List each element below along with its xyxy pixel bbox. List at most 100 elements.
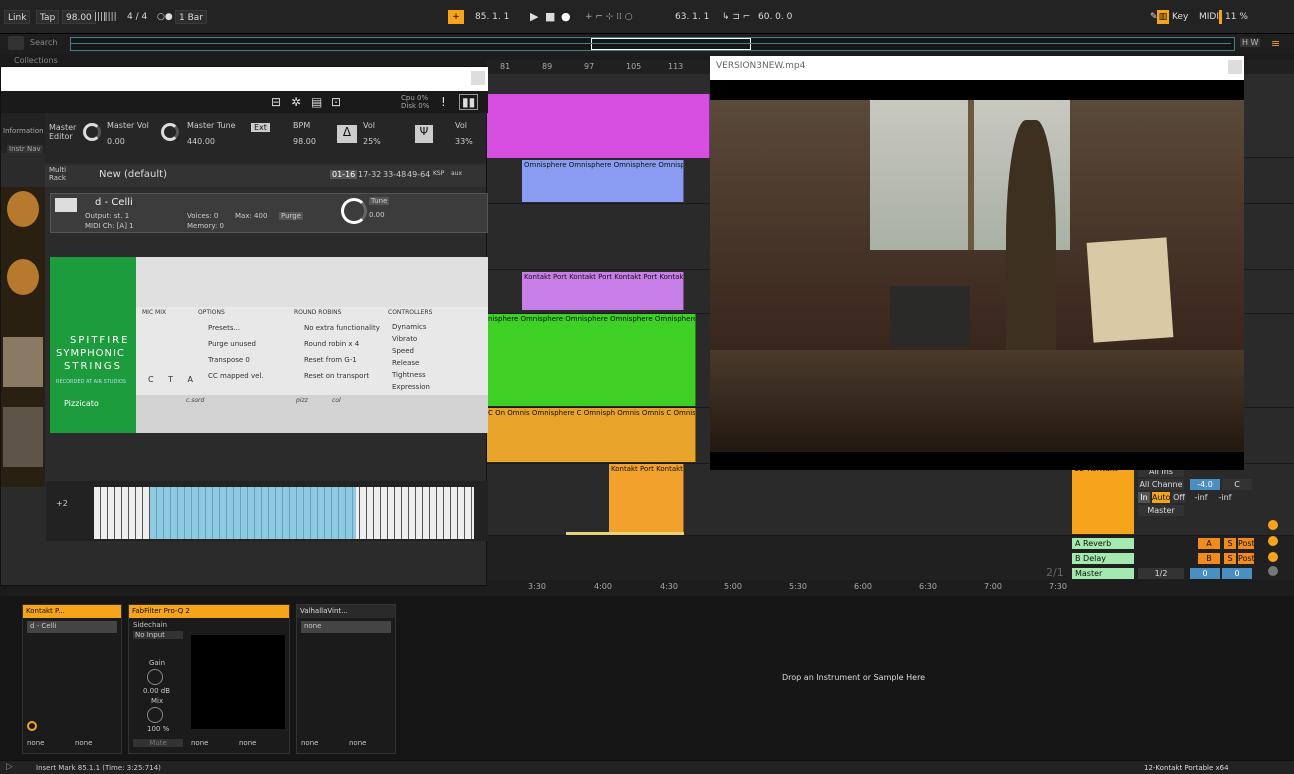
device-out[interactable]: none: [349, 739, 366, 747]
bpm-value[interactable]: 98.00: [293, 137, 316, 146]
mix-value[interactable]: 100 %: [147, 725, 169, 733]
mixer-icon[interactable]: [1268, 566, 1278, 576]
device-out[interactable]: none: [239, 739, 256, 747]
fabfilter-display[interactable]: [191, 635, 285, 729]
device-title[interactable]: Kontakt P...: [23, 605, 121, 618]
rr-option[interactable]: Reset on transport: [304, 372, 369, 380]
play-icon[interactable]: ▶: [530, 10, 538, 24]
ctrl-dynamics[interactable]: Dynamics: [392, 323, 427, 331]
purge-button[interactable]: Purge: [279, 212, 304, 220]
window-close-icon[interactable]: [471, 71, 485, 85]
record-icon[interactable]: ●: [561, 10, 571, 24]
device-preset[interactable]: d - Celli: [27, 621, 117, 633]
master-name[interactable]: Master: [1072, 568, 1134, 579]
return-b-solo[interactable]: S: [1224, 553, 1236, 564]
kontakt-device[interactable]: Kontakt P... d - Celli none none: [22, 604, 122, 754]
quantize-select[interactable]: 1 Bar: [175, 10, 207, 24]
range-tab-3[interactable]: 33-48: [383, 170, 406, 179]
device-knob[interactable]: [27, 721, 37, 731]
preset-name[interactable]: New (default): [99, 169, 167, 180]
ctrl-speed[interactable]: Speed: [392, 347, 414, 355]
monitor-in[interactable]: In: [1138, 492, 1150, 503]
sends-icon[interactable]: [1268, 536, 1278, 546]
ctrl-release[interactable]: Release: [392, 359, 419, 367]
device-title[interactable]: ValhallaVint...: [297, 605, 395, 618]
return-b-post[interactable]: Post: [1238, 553, 1255, 564]
output-select[interactable]: Master: [1138, 505, 1184, 516]
key-map-button[interactable]: Key: [1172, 10, 1188, 24]
ctrl-vibrato[interactable]: Vibrato: [392, 335, 417, 343]
loop-brace[interactable]: [566, 532, 684, 535]
range-tab-4[interactable]: 49-64: [407, 170, 430, 179]
device-in[interactable]: none: [27, 739, 44, 747]
presets-option[interactable]: Presets...: [208, 324, 240, 332]
rr-option[interactable]: Round robin x 4: [304, 340, 359, 348]
pan-field[interactable]: C: [1222, 479, 1252, 490]
output-label[interactable]: Output: st. 1: [85, 212, 129, 220]
input-channel-select[interactable]: All Channe: [1138, 479, 1184, 490]
master-tune-knob[interactable]: [161, 123, 179, 141]
loop-start[interactable]: 63. 1. 1: [675, 10, 709, 24]
io-icon[interactable]: [1268, 520, 1278, 530]
device-out[interactable]: none: [75, 739, 92, 747]
clip[interactable]: [486, 94, 710, 158]
rr-option[interactable]: No extra functionality: [304, 324, 380, 332]
arrangement-overview[interactable]: [70, 37, 1235, 51]
collections-label[interactable]: Collections: [14, 56, 58, 65]
punch-icon[interactable]: ↳ ⊐ ⌐: [722, 10, 750, 24]
ksp-tab[interactable]: KSP: [433, 170, 444, 177]
valhalla-device[interactable]: ValhallaVint... none none none: [296, 604, 396, 754]
instr-nav-tab[interactable]: Instr Nav: [7, 145, 43, 153]
return-a-solo[interactable]: S: [1224, 538, 1236, 549]
returns-icon[interactable]: [1268, 552, 1278, 562]
purge-unused-option[interactable]: Purge unused: [208, 340, 256, 348]
follow-icon[interactable]: +: [448, 10, 464, 24]
clip[interactable]: Kontakt Port Kontakt P: [609, 464, 684, 532]
window-close-icon[interactable]: [1228, 60, 1242, 74]
tuner-icon[interactable]: Ψ: [415, 125, 433, 143]
tempo-field[interactable]: 98.00: [62, 10, 96, 24]
metronome-icon[interactable]: ○●: [157, 10, 173, 24]
instrument-name[interactable]: d - Celli: [95, 197, 133, 208]
return-b-name[interactable]: B Delay: [1072, 553, 1134, 564]
rack-icon[interactable]: ▮▮: [459, 94, 479, 110]
clip[interactable]: Omnisphere Omnisphere Omnisphere Omnisph…: [522, 160, 684, 202]
return-a-letter[interactable]: A: [1198, 538, 1220, 549]
device-in[interactable]: none: [191, 739, 208, 747]
return-a-post[interactable]: Post: [1238, 538, 1255, 549]
time-signature[interactable]: 4 / 4: [127, 10, 147, 24]
ext-button[interactable]: Ext: [251, 123, 270, 132]
tune-knob[interactable]: [341, 198, 367, 224]
overdub-icon[interactable]: + ⌐ ⊹ ⁞⁞ ○: [585, 10, 633, 24]
volume-field[interactable]: -4.0: [1190, 479, 1220, 490]
alert-icon[interactable]: !: [441, 95, 446, 109]
wrench-icon[interactable]: [55, 198, 77, 212]
browser-search[interactable]: Search: [30, 38, 57, 47]
rr-option[interactable]: Reset from G-1: [304, 356, 357, 364]
max-voices[interactable]: Max: 400: [235, 212, 267, 220]
clip[interactable]: nisphere Omnisphere Omnisphere Omnispher…: [486, 314, 696, 406]
nudge-icon[interactable]: |||‖|||: [94, 10, 117, 24]
master-channels[interactable]: 1/2: [1138, 568, 1184, 579]
play-icon[interactable]: ▷: [6, 762, 13, 772]
octave-label[interactable]: +2: [56, 499, 68, 508]
transpose-option[interactable]: Transpose 0: [208, 356, 250, 364]
gain-value[interactable]: 0.00 dB: [143, 687, 170, 695]
overview-viewport[interactable]: [591, 38, 751, 50]
range-tab-1[interactable]: 01-16: [330, 170, 358, 179]
hw-toggle[interactable]: H W: [1240, 38, 1261, 47]
vol2-value[interactable]: 33%: [455, 137, 473, 146]
view-icon[interactable]: ⊡: [331, 95, 341, 109]
device-title[interactable]: FabFilter Pro-Q 2: [129, 605, 289, 618]
selected-track[interactable]: 12-Kontakt Portable x64: [1144, 764, 1229, 772]
articulation-bar[interactable]: c.sord pizz col: [136, 395, 488, 433]
mix-knob[interactable]: [147, 707, 163, 723]
gain-knob[interactable]: [147, 669, 163, 685]
ctrl-tightness[interactable]: Tightness: [392, 371, 426, 379]
tune-value[interactable]: 0.00: [369, 211, 385, 219]
cc-mapped-option[interactable]: CC mapped vel.: [208, 372, 264, 380]
stop-icon[interactable]: ■: [545, 10, 555, 24]
device-in[interactable]: none: [301, 739, 318, 747]
link-button[interactable]: Link: [4, 10, 31, 24]
vol-value[interactable]: 25%: [363, 137, 381, 146]
